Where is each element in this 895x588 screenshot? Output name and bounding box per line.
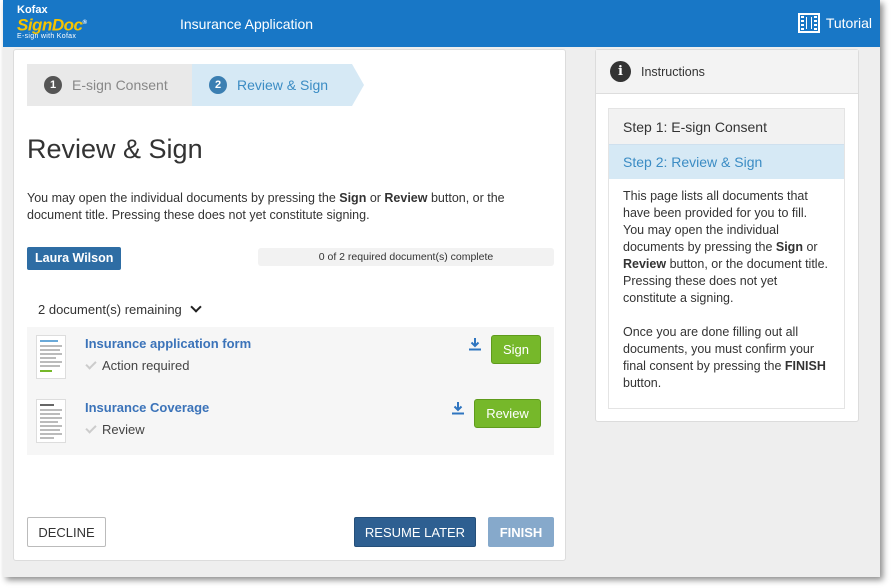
- page-title: Review & Sign: [27, 134, 203, 164]
- top-bar: Kofax SignDoc® E-sign with Kofax Insuran…: [3, 0, 880, 47]
- app-title: Insurance Application: [180, 16, 314, 32]
- kofax-signdoc-logo: Kofax SignDoc® E-sign with Kofax: [17, 4, 87, 41]
- document-thumbnail[interactable]: [36, 335, 66, 379]
- document-row: Insurance Coverage Review Review: [27, 391, 554, 455]
- intro-text: You may open the individual documents by…: [27, 191, 505, 222]
- document-thumbnail[interactable]: [36, 399, 66, 443]
- download-icon[interactable]: [451, 401, 465, 415]
- chevron-down-icon: [190, 301, 202, 313]
- check-icon: [85, 422, 97, 434]
- step-number: 1: [44, 76, 62, 94]
- finish-button[interactable]: FINISH: [488, 517, 554, 547]
- resume-later-button[interactable]: RESUME LATER: [354, 517, 476, 547]
- instructions-paragraph: Once you are done filling out all docume…: [623, 325, 826, 390]
- document-title-link[interactable]: Insurance application form: [85, 336, 251, 351]
- document-status: Review: [85, 422, 145, 437]
- instructions-panel: i Instructions Step 1: E-sign Consent St…: [595, 49, 859, 422]
- document-status: Action required: [85, 358, 189, 373]
- main-panel: 1 E-sign Consent 2 Review & Sign Review …: [13, 49, 566, 561]
- document-status-label: Review: [102, 422, 145, 437]
- instructions-header: i Instructions: [596, 50, 858, 94]
- progress-bar: 0 of 2 required document(s) complete: [258, 248, 554, 266]
- document-row: Insurance application form Action requir…: [27, 327, 554, 391]
- step-label: Review & Sign: [237, 77, 329, 93]
- signer-badge: Laura Wilson: [27, 247, 122, 270]
- info-icon: i: [610, 61, 631, 82]
- instructions-title: Instructions: [641, 64, 705, 79]
- step-review-sign[interactable]: 2 Review & Sign: [192, 64, 364, 106]
- logo-signdoc: SignDoc®: [17, 15, 87, 35]
- tutorial-label: Tutorial: [825, 15, 872, 31]
- step-number: 2: [209, 76, 227, 94]
- decline-button[interactable]: DECLINE: [27, 517, 106, 547]
- logo-tagline: E-sign with Kofax: [17, 32, 77, 40]
- step-esign-consent[interactable]: 1 E-sign Consent: [27, 64, 192, 106]
- step-label: E-sign Consent: [72, 77, 168, 93]
- logo-kofax: Kofax: [17, 4, 48, 16]
- document-title-link[interactable]: Insurance Coverage: [85, 400, 209, 415]
- document-status-label: Action required: [102, 358, 190, 373]
- instructions-text: This page lists all documents that have …: [609, 179, 844, 401]
- review-button[interactable]: Review: [474, 399, 541, 428]
- check-icon: [85, 358, 97, 370]
- film-icon: [797, 13, 820, 33]
- stepper: 1 E-sign Consent 2 Review & Sign: [27, 64, 364, 106]
- instructions-step-2[interactable]: Step 2: Review & Sign: [609, 144, 844, 179]
- documents-remaining-toggle[interactable]: 2 document(s) remaining: [38, 301, 202, 317]
- remaining-label: 2 document(s) remaining: [38, 302, 182, 317]
- tutorial-button[interactable]: Tutorial: [797, 13, 872, 33]
- instructions-box: Step 1: E-sign Consent Step 2: Review & …: [608, 108, 845, 409]
- sign-button[interactable]: Sign: [491, 335, 541, 364]
- instructions-paragraph: This page lists all documents that have …: [623, 189, 828, 305]
- app-window: Kofax SignDoc® E-sign with Kofax Insuran…: [3, 0, 880, 577]
- download-icon[interactable]: [468, 337, 482, 351]
- logo-signdoc-text: SignDoc: [17, 15, 83, 35]
- instructions-step-1[interactable]: Step 1: E-sign Consent: [609, 109, 844, 144]
